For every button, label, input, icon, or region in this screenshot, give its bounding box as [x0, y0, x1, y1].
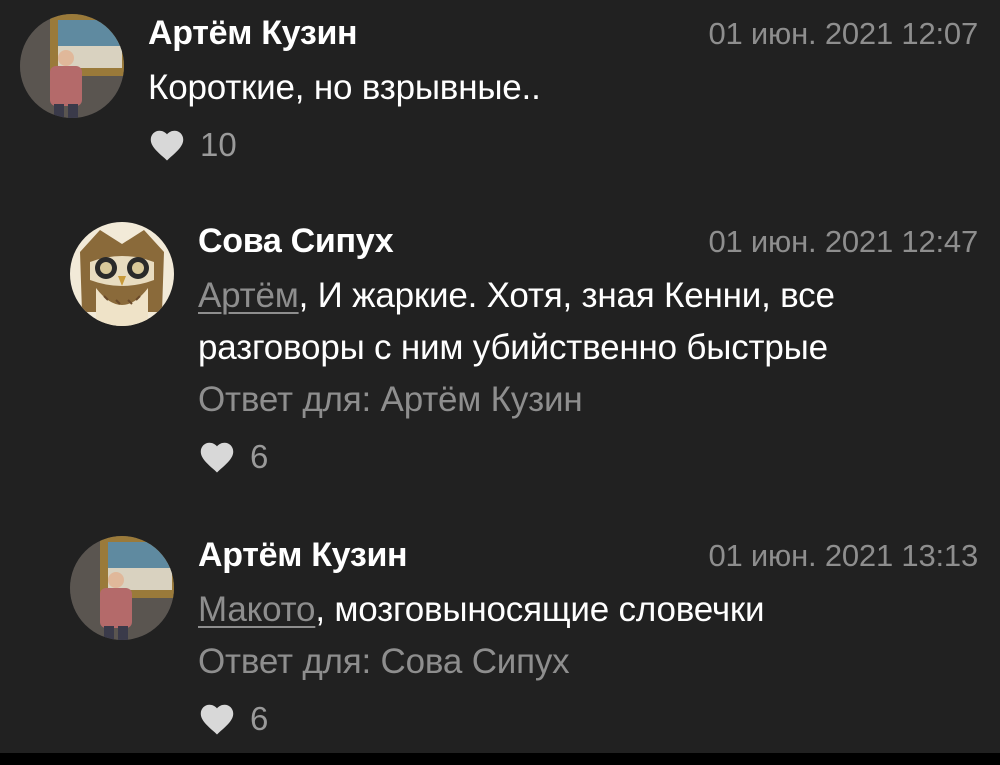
- comment-body: , мозговыносящие словечки: [315, 590, 765, 629]
- comment-date: 01 июн. 2021 13:13: [708, 538, 978, 573]
- comment: Артём Кузин 01 июн. 2021 13:13 Макото, м…: [198, 536, 978, 744]
- comment-author[interactable]: Сова Сипух: [198, 222, 394, 261]
- comment-author[interactable]: Артём Кузин: [148, 14, 358, 53]
- avatar[interactable]: [20, 14, 124, 118]
- comment-text: Макото, мозговыносящие словечки: [198, 584, 978, 636]
- like-count: 6: [250, 438, 269, 475]
- comment: Артём Кузин 01 июн. 2021 12:07 Короткие,…: [148, 14, 978, 170]
- like-count: 6: [250, 700, 269, 737]
- avatar[interactable]: [70, 536, 174, 640]
- like-button[interactable]: 6: [198, 694, 978, 744]
- avatar[interactable]: [70, 222, 174, 326]
- comment-author[interactable]: Артём Кузин: [198, 536, 408, 575]
- avatar-owl: [70, 222, 174, 326]
- heart-icon: [150, 130, 184, 161]
- mention-link[interactable]: Макото: [198, 590, 316, 629]
- comment-text: Короткие, но взрывные..: [148, 62, 978, 114]
- comment-body: Короткие, но взрывные..: [148, 68, 541, 107]
- comment-date: 01 июн. 2021 12:47: [708, 224, 978, 259]
- comment-date: 01 июн. 2021 12:07: [708, 16, 978, 51]
- reply-to-link[interactable]: Ответ для: Сова Сипух: [198, 636, 978, 688]
- heart-icon: [200, 442, 234, 473]
- reply-to-link[interactable]: Ответ для: Артём Кузин: [198, 374, 978, 426]
- bottom-bar: [0, 753, 1000, 765]
- heart-icon: [200, 704, 234, 735]
- comment: Сова Сипух 01 июн. 2021 12:47 Артём, И ж…: [198, 222, 978, 482]
- like-count: 10: [200, 126, 237, 163]
- avatar-photo: [70, 536, 174, 640]
- like-button[interactable]: 10: [148, 120, 978, 170]
- comment-text: Артём, И жаркие. Хотя, зная Кенни, все р…: [198, 270, 978, 374]
- avatar-photo: [20, 14, 124, 118]
- mention-link[interactable]: Артём: [198, 276, 299, 315]
- like-button[interactable]: 6: [198, 432, 978, 482]
